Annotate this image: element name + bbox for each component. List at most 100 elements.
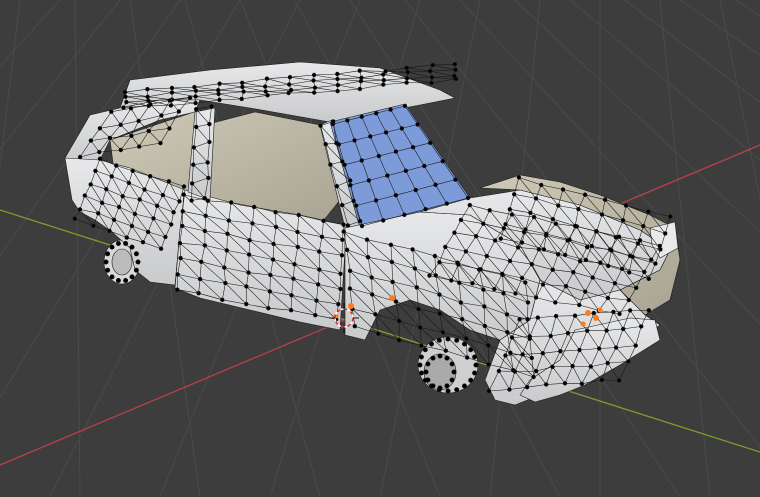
mesh-vertex[interactable] <box>413 187 418 193</box>
mesh-vertex[interactable] <box>115 241 121 247</box>
mesh-vertex[interactable] <box>169 90 175 95</box>
mesh-vertex[interactable] <box>393 149 399 154</box>
mesh-vertex[interactable] <box>129 244 135 250</box>
mesh-vertex[interactable] <box>473 362 479 368</box>
mesh-vertex[interactable] <box>453 177 458 182</box>
mesh-vertex[interactable] <box>548 333 553 339</box>
mesh-vertex[interactable] <box>115 277 121 283</box>
mesh-vertex[interactable] <box>402 212 407 218</box>
mesh-vertex[interactable] <box>507 207 512 212</box>
mesh-vertex[interactable] <box>465 195 471 201</box>
mesh-vertex[interactable] <box>265 93 270 98</box>
mesh-vertex[interactable] <box>225 231 230 237</box>
mesh-vertex[interactable] <box>638 324 644 329</box>
mesh-vertex[interactable] <box>525 317 530 322</box>
mesh-vertex[interactable] <box>668 214 673 219</box>
mesh-vertex[interactable] <box>311 72 317 78</box>
mesh-vertex[interactable] <box>505 330 510 335</box>
mesh-vertex[interactable] <box>570 363 575 369</box>
mesh-vertex[interactable] <box>646 276 651 281</box>
mesh-vertex[interactable] <box>342 162 347 168</box>
mesh-vertex[interactable] <box>524 385 530 390</box>
mesh-vertex[interactable] <box>478 267 483 272</box>
mesh-vertex[interactable] <box>122 89 128 95</box>
mesh-vertex[interactable] <box>453 76 459 82</box>
mesh-vertex[interactable] <box>347 286 353 291</box>
mesh-vertex[interactable] <box>123 94 128 99</box>
mesh-vertex[interactable] <box>588 364 593 369</box>
mesh-vertex[interactable] <box>460 317 465 322</box>
mesh-vertex[interactable] <box>648 257 654 262</box>
mesh-vertex[interactable] <box>393 299 399 304</box>
mesh-vertex[interactable] <box>264 76 270 81</box>
mesh-vertex[interactable] <box>121 105 126 110</box>
mesh-vertex[interactable] <box>623 203 629 208</box>
mesh-vertex[interactable] <box>159 113 164 118</box>
mesh-vertex[interactable] <box>449 377 455 383</box>
mesh-vertex[interactable] <box>217 81 222 86</box>
mesh-vertex[interactable] <box>313 313 318 318</box>
mesh-vertex[interactable] <box>533 196 539 201</box>
mesh-vertex[interactable] <box>145 94 150 100</box>
mesh-vertex[interactable] <box>433 182 438 188</box>
mesh-vertex[interactable] <box>613 235 619 240</box>
mesh-vertex[interactable] <box>418 354 424 360</box>
mesh-vertex[interactable] <box>626 359 631 364</box>
mesh-vertex[interactable] <box>118 147 124 153</box>
mesh-vertex[interactable] <box>427 68 433 74</box>
mesh-vertex[interactable] <box>163 234 168 240</box>
mesh-vertex[interactable] <box>176 109 182 114</box>
mesh-vertex[interactable] <box>192 84 197 90</box>
mesh-vertex[interactable] <box>370 292 375 297</box>
mesh-vertex[interactable] <box>457 280 462 285</box>
mesh-vertex[interactable] <box>465 355 470 360</box>
mesh-vertex[interactable] <box>175 272 180 277</box>
mesh-vertex[interactable] <box>428 140 433 146</box>
mesh-vertex[interactable] <box>246 252 252 257</box>
mesh-vertex[interactable] <box>263 84 268 89</box>
mesh-vertex[interactable] <box>540 351 545 356</box>
mesh-vertex[interactable] <box>482 304 487 309</box>
mesh-vertex[interactable] <box>533 295 539 300</box>
mesh-vertex[interactable] <box>359 158 364 163</box>
mesh-vertex[interactable] <box>267 289 273 294</box>
mesh-vertex[interactable] <box>338 271 343 276</box>
mesh-vertex[interactable] <box>449 361 455 367</box>
mesh-vertex[interactable] <box>444 355 450 361</box>
mesh-vertex[interactable] <box>403 168 409 174</box>
mesh-vertex[interactable] <box>461 383 467 389</box>
mesh-vertex[interactable] <box>120 194 125 199</box>
mesh-vertex[interactable] <box>136 118 141 124</box>
mesh-vertex[interactable] <box>142 187 147 192</box>
mesh-vertex[interactable] <box>501 226 506 231</box>
mesh-vertex[interactable] <box>533 368 539 374</box>
mesh-vertex[interactable] <box>295 229 300 235</box>
mesh-vertex[interactable] <box>429 75 435 80</box>
mesh-vertex[interactable] <box>523 227 528 232</box>
mesh-vertex[interactable] <box>553 313 559 319</box>
mesh-vertex[interactable] <box>437 260 442 265</box>
mesh-vertex[interactable] <box>404 76 410 81</box>
mesh-vertex[interactable] <box>425 361 431 367</box>
mesh-vertex[interactable] <box>88 138 94 143</box>
mesh-vertex[interactable] <box>167 98 173 103</box>
mesh-vertex[interactable] <box>430 355 436 361</box>
mesh-vertex[interactable] <box>511 192 517 197</box>
mesh-vertex[interactable] <box>366 178 372 183</box>
mesh-vertex[interactable] <box>273 210 278 215</box>
mesh-vertex[interactable] <box>383 130 389 135</box>
mesh-vertex[interactable] <box>205 160 210 165</box>
mesh-vertex[interactable] <box>381 218 386 223</box>
mesh-vertex[interactable] <box>422 163 427 169</box>
mesh-vertex[interactable] <box>82 193 88 198</box>
mesh-vertex[interactable] <box>158 140 163 146</box>
mesh-vertex[interactable] <box>194 106 199 112</box>
mesh-vertex[interactable] <box>189 198 194 203</box>
mesh-vertex[interactable] <box>72 216 78 221</box>
mesh-vertex[interactable] <box>416 306 421 312</box>
mesh-vertex[interactable] <box>503 353 508 358</box>
mesh-vertex[interactable] <box>451 369 457 375</box>
mesh-vertex[interactable] <box>470 281 475 286</box>
mesh-vertex[interactable] <box>436 337 442 343</box>
mesh-vertex[interactable] <box>199 259 204 264</box>
